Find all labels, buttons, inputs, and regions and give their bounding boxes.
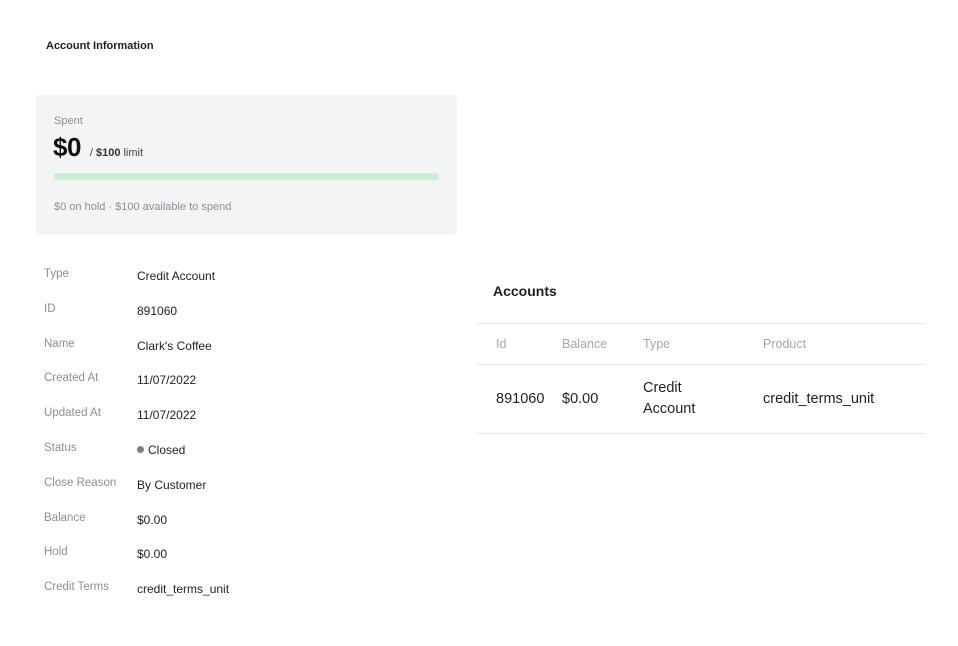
cell-balance: $0.00 bbox=[562, 364, 643, 434]
detail-label: Status bbox=[44, 441, 77, 454]
detail-value: $0.00 bbox=[137, 512, 168, 527]
column-header-balance: Balance bbox=[562, 323, 643, 365]
accounts-table-header: Id Balance Type Product bbox=[476, 323, 925, 365]
cell-product: credit_terms_unit bbox=[763, 364, 925, 434]
spend-limit-word: limit bbox=[123, 147, 144, 159]
detail-label: Balance bbox=[44, 511, 86, 524]
detail-value: By Customer bbox=[137, 477, 207, 492]
detail-row-id: ID 891060 bbox=[44, 297, 444, 332]
detail-label: Credit Terms bbox=[44, 581, 109, 594]
detail-row-credit-terms: Credit Terms credit_terms_unit bbox=[44, 575, 444, 610]
column-header-type: Type bbox=[643, 323, 763, 365]
page-title: Account Information bbox=[46, 40, 154, 52]
detail-value: Credit Account bbox=[137, 269, 216, 283]
detail-row-name: Name Clark's Coffee bbox=[44, 332, 444, 367]
detail-value: 891060 bbox=[137, 303, 178, 318]
detail-value: Clark's Coffee bbox=[137, 338, 212, 353]
detail-row-hold: Hold $0.00 bbox=[44, 540, 444, 575]
detail-row-balance: Balance $0.00 bbox=[44, 506, 444, 541]
detail-row-status: Status Closed bbox=[44, 436, 444, 471]
accounts-section-title: Accounts bbox=[493, 283, 557, 299]
spent-label: Spent bbox=[54, 115, 83, 127]
status-text: Closed bbox=[148, 442, 186, 457]
column-header-product: Product bbox=[763, 323, 925, 365]
status-badge: Closed bbox=[137, 443, 185, 457]
spend-summary-card: Spent $0 / $100 limit $0 on hold · $100 … bbox=[36, 95, 457, 235]
spent-separator: / bbox=[89, 147, 93, 159]
account-details-list: Type Credit Account ID 891060 Name Clark… bbox=[44, 262, 444, 610]
detail-row-created-at: Created At 11/07/2022 bbox=[44, 366, 444, 401]
detail-value: $0.00 bbox=[137, 547, 168, 562]
detail-value: credit_terms_unit bbox=[137, 582, 230, 597]
spend-limit-amount: $100 bbox=[95, 147, 121, 159]
accounts-table: Id Balance Type Product 891060 $0.00 Cre… bbox=[476, 323, 925, 434]
detail-value: 11/07/2022 bbox=[137, 408, 197, 423]
spend-availability-text: $0 on hold · $100 available to spend bbox=[54, 201, 232, 213]
detail-label: Close Reason bbox=[44, 476, 117, 489]
detail-label: Name bbox=[44, 337, 75, 350]
detail-label: Created At bbox=[44, 372, 99, 385]
detail-row-close-reason: Close Reason By Customer bbox=[44, 471, 444, 506]
cell-id: 891060 bbox=[476, 364, 562, 434]
cell-type-text: Credit Account bbox=[643, 380, 696, 417]
account-page: Account Information Spent $0 / $100 limi… bbox=[0, 0, 958, 646]
detail-value: 11/07/2022 bbox=[137, 373, 197, 388]
spend-progress-bar bbox=[54, 173, 439, 180]
detail-label: Type bbox=[44, 268, 69, 280]
detail-label: Hold bbox=[44, 546, 68, 559]
detail-row-type: Type Credit Account bbox=[44, 262, 444, 297]
cell-type: Credit Account bbox=[643, 364, 763, 434]
status-dot-icon bbox=[137, 446, 144, 454]
detail-row-updated-at: Updated At 11/07/2022 bbox=[44, 401, 444, 436]
table-row[interactable]: 891060 $0.00 Credit Account credit_terms… bbox=[476, 364, 925, 434]
detail-label: Updated At bbox=[44, 407, 101, 420]
detail-label: ID bbox=[44, 302, 56, 315]
spent-amount-row: $0 / $100 limit bbox=[53, 132, 143, 163]
spent-amount: $0 bbox=[53, 132, 81, 162]
column-header-id: Id bbox=[476, 323, 562, 365]
